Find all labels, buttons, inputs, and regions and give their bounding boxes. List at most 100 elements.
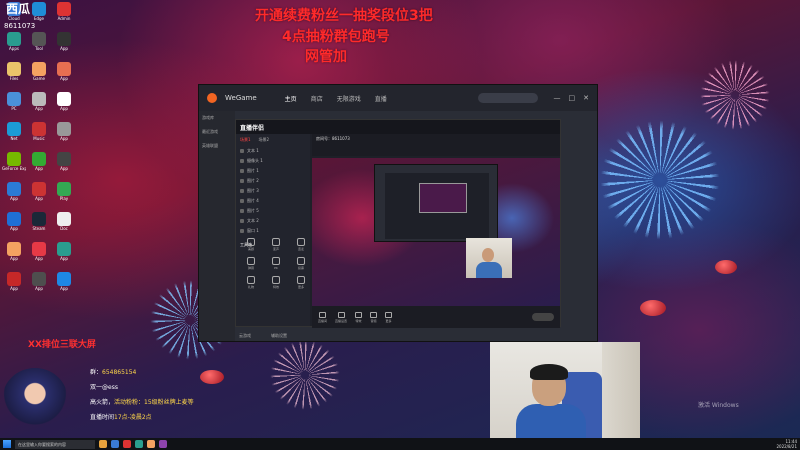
app-icon <box>57 212 71 226</box>
tool-icon <box>272 276 280 284</box>
desktop-icon[interactable]: App <box>27 92 51 122</box>
taskbar-app-icon[interactable] <box>111 440 119 448</box>
overlay-line-1: 开通续费粉丝一抽奖段位3把 <box>255 8 433 24</box>
sidebar-item-library[interactable]: 游戏库 <box>199 111 235 125</box>
tool-button[interactable]: 弹幕 <box>240 257 262 270</box>
desktop-icon[interactable]: PC <box>2 92 26 122</box>
maximize-icon[interactable]: □ <box>569 94 576 102</box>
windows-start-icon[interactable] <box>3 440 11 448</box>
start-live-button[interactable] <box>532 313 554 321</box>
taskbar-app-icon[interactable] <box>99 440 107 448</box>
bottom-bar-button[interactable]: 直播间 <box>318 311 327 323</box>
wegame-titlebar[interactable]: WeGame 主页 商店 无限游戏 直播 — □ ✕ <box>199 85 597 111</box>
desktop-icon[interactable]: Steam <box>27 212 51 242</box>
scene-item[interactable]: 图片 2 <box>236 176 310 186</box>
bottom-bar-button[interactable]: 直播设置 <box>335 311 348 323</box>
desktop-icon[interactable]: App <box>2 272 26 302</box>
wegame-search-input[interactable] <box>477 93 538 103</box>
tool-button[interactable]: 更多 <box>290 276 312 289</box>
desktop-icon[interactable]: Files <box>2 62 26 92</box>
tool-button[interactable]: PK <box>265 257 287 270</box>
tab-scene-2[interactable]: 场景2 <box>255 134 274 146</box>
taskbar-app-icon[interactable] <box>159 440 167 448</box>
scene-item[interactable]: 文本 2 <box>236 216 310 226</box>
desktop-icon[interactable]: App <box>52 152 76 182</box>
tool-button[interactable]: 美颜 <box>240 238 262 251</box>
live-companion-window[interactable]: 直播伴侣 场景1 场景2 文本 1 摄像头 1 图片 1 图片 2 图片 3 图片 4 图片… <box>235 119 561 328</box>
nav-store[interactable]: 商店 <box>311 94 323 103</box>
desktop-icon[interactable]: App <box>52 122 76 152</box>
desktop-icon[interactable]: Game <box>27 62 51 92</box>
system-tray-clock[interactable]: 11:44 2022/8/21 <box>776 439 797 449</box>
scene-label: 图片 2 <box>247 178 259 183</box>
desktop-icon[interactable]: Admin <box>52 2 76 32</box>
desktop-icon-label: App <box>60 106 68 111</box>
nested-window <box>374 164 498 242</box>
taskbar-app-icon[interactable] <box>123 440 131 448</box>
scene-item[interactable]: 摄像头 1 <box>236 156 310 166</box>
nav-live[interactable]: 直播 <box>375 94 387 103</box>
scene-item[interactable]: 图片 1 <box>236 166 310 176</box>
desktop-icon[interactable]: Apps <box>2 32 26 62</box>
scene-item[interactable]: 图片 3 <box>236 186 310 196</box>
chat-overlay: 群：654865154 双一@ess 高火箭，活动粉粉：15级粉丝牌上麦等 直播… <box>90 367 194 427</box>
taskbar-app-icon[interactable] <box>135 440 143 448</box>
tool-button[interactable]: 特效 <box>265 276 287 289</box>
desktop-icon[interactable]: App <box>52 92 76 122</box>
close-icon[interactable]: ✕ <box>583 94 589 102</box>
app-icon <box>57 122 71 136</box>
room-number: 8611073 <box>4 22 36 30</box>
tool-button[interactable]: 连麦 <box>290 238 312 251</box>
desktop-icon[interactable]: Tool <box>27 32 51 62</box>
tool-button[interactable]: 变声 <box>265 238 287 251</box>
desktop-icon[interactable]: Net <box>2 122 26 152</box>
tool-button[interactable]: 礼物 <box>240 276 262 289</box>
taskbar-search-input[interactable]: 在这里输入你要搜索的内容 <box>15 439 95 449</box>
person-hair <box>530 364 568 380</box>
desktop-icon[interactable]: App <box>27 152 51 182</box>
desktop-icon[interactable]: Play <box>52 182 76 212</box>
anime-banner: XX排位三联大屏 <box>28 340 96 350</box>
scene-item[interactable]: 图片 4 <box>236 196 310 206</box>
desktop-icon[interactable]: App <box>52 32 76 62</box>
desktop-icon-label: App <box>60 136 68 141</box>
app-icon <box>7 32 21 46</box>
firework-decoration <box>600 120 720 240</box>
desktop-icon[interactable]: App <box>27 242 51 272</box>
tool-button[interactable]: 投票 <box>290 257 312 270</box>
scene-item[interactable]: 文本 1 <box>236 146 310 156</box>
wegame-footer: 云游戏 辅助设置 <box>239 333 287 339</box>
desktop-icon[interactable]: GeForce Experience <box>2 152 26 182</box>
bottom-bar-label: 直播设置 <box>335 318 348 323</box>
wegame-window[interactable]: WeGame 主页 商店 无限游戏 直播 — □ ✕ 游戏库 最近游戏 英雄联盟… <box>198 84 598 342</box>
scene-item[interactable]: 窗口 1 <box>236 226 310 236</box>
desktop-icon[interactable]: App <box>2 182 26 212</box>
desktop-icon[interactable]: App <box>2 242 26 272</box>
wegame-title: WeGame <box>225 94 257 102</box>
bottom-bar-button[interactable]: 特效 <box>355 311 363 323</box>
bottom-bar-button[interactable]: 音频 <box>370 311 378 323</box>
taskbar-app-icon[interactable] <box>147 440 155 448</box>
sidebar-item-lol[interactable]: 英雄联盟 <box>199 139 235 153</box>
desktop-icon[interactable]: App <box>52 62 76 92</box>
tool-label: 礼物 <box>247 285 254 289</box>
minimize-icon[interactable]: — <box>554 94 561 102</box>
app-icon <box>57 272 71 286</box>
tab-scene-1[interactable]: 场景1 <box>236 134 255 146</box>
desktop-icon[interactable]: App <box>52 242 76 272</box>
nav-games[interactable]: 无限游戏 <box>337 94 361 103</box>
bottom-bar-button[interactable]: 更多 <box>385 311 393 323</box>
sidebar-item-recent[interactable]: 最近游戏 <box>199 125 235 139</box>
nav-home[interactable]: 主页 <box>285 94 297 103</box>
desktop-icon[interactable]: App <box>2 212 26 242</box>
footer-cloud-game[interactable]: 云游戏 <box>239 333 251 339</box>
footer-settings[interactable]: 辅助设置 <box>271 333 287 339</box>
desktop-icon[interactable]: App <box>27 272 51 302</box>
app-icon <box>32 272 46 286</box>
desktop-icon[interactable]: App <box>27 182 51 212</box>
tool-icon <box>297 276 305 284</box>
desktop-icon[interactable]: Doc <box>52 212 76 242</box>
scene-item[interactable]: 图片 5 <box>236 206 310 216</box>
desktop-icon[interactable]: Music <box>27 122 51 152</box>
desktop-icon[interactable]: App <box>52 272 76 302</box>
